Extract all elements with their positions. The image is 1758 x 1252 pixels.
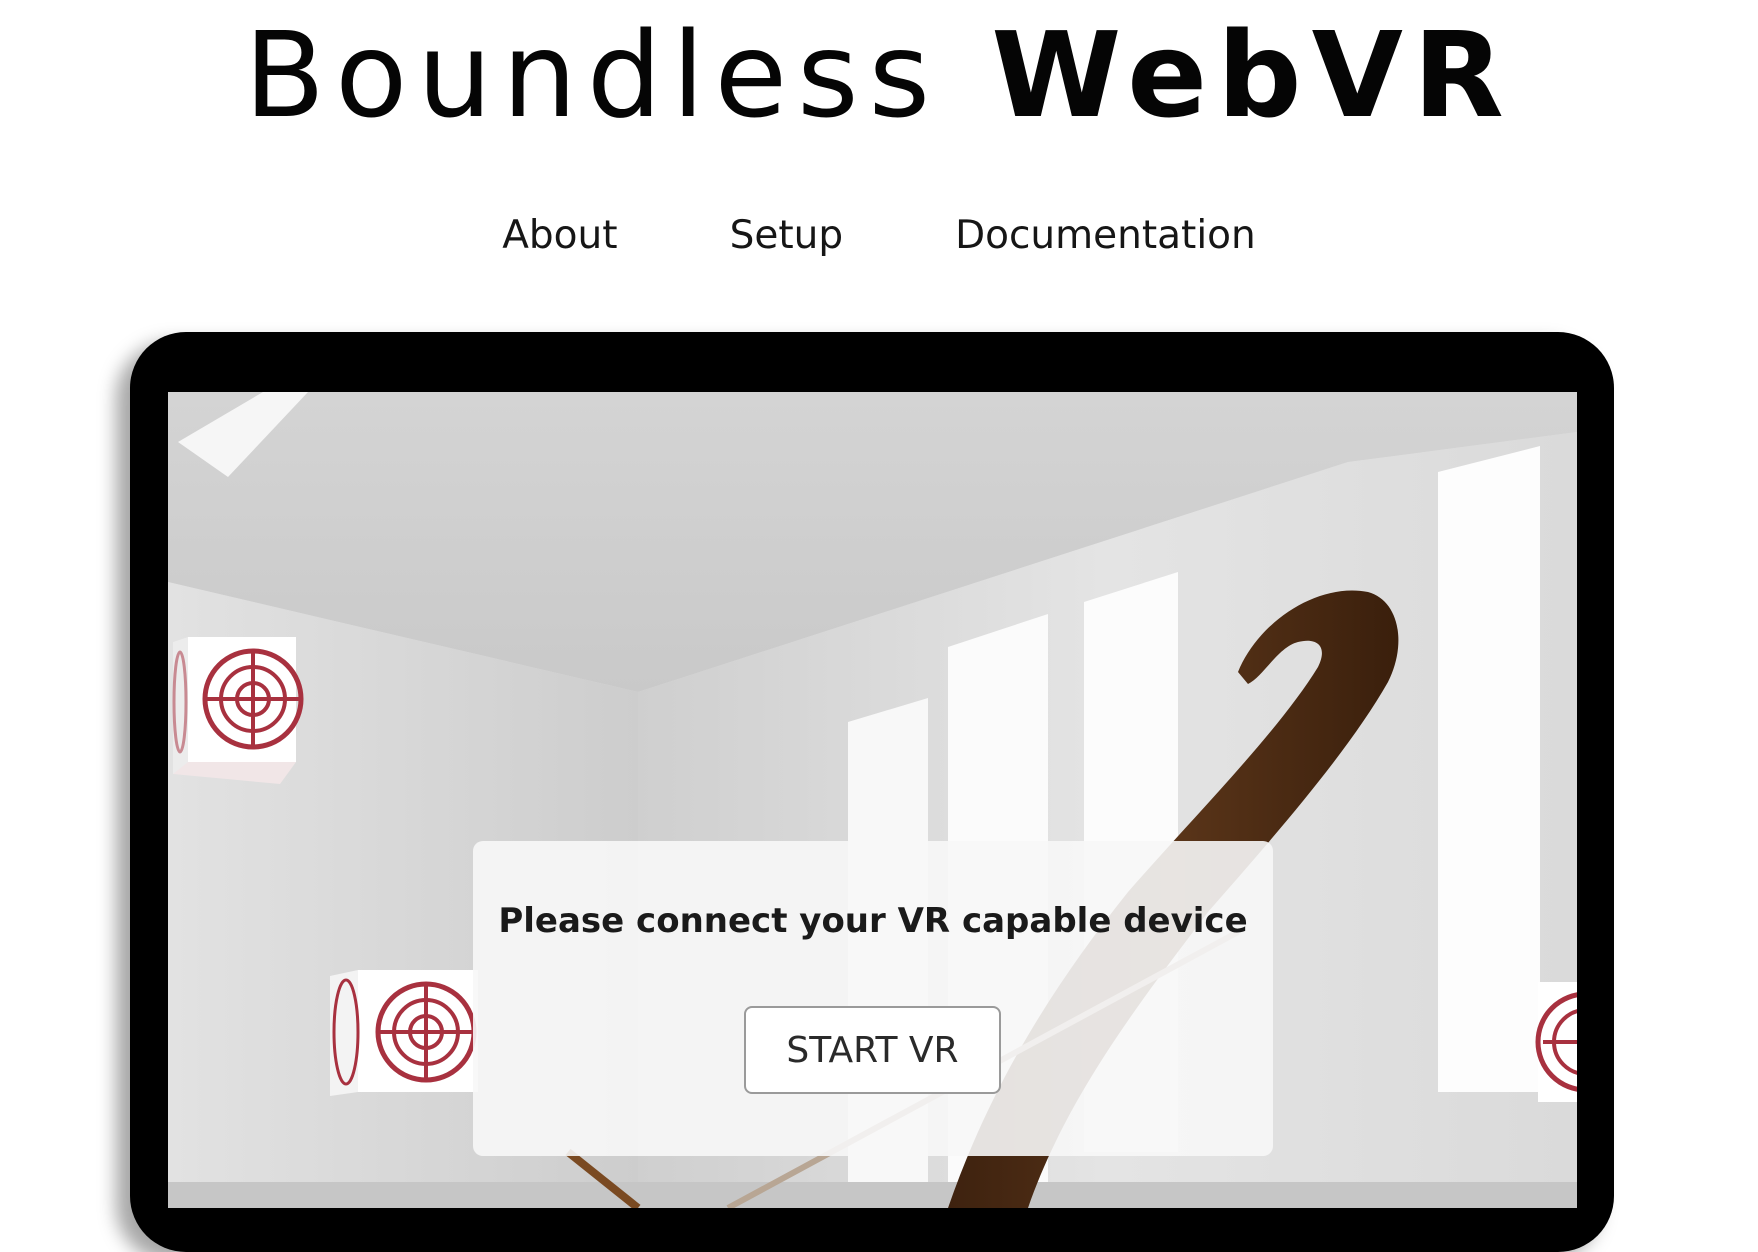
- target-cube-3: [1535, 982, 1577, 1102]
- vr-connect-dialog: Please connect your VR capable device ST…: [473, 841, 1273, 1156]
- target-cube-2: [330, 970, 478, 1096]
- target-cube-1: [172, 637, 304, 784]
- site-title: Boundless WebVR: [0, 0, 1758, 144]
- vr-connect-message: Please connect your VR capable device: [498, 901, 1248, 941]
- main-nav: About Setup Documentation: [0, 210, 1758, 260]
- site-title-part1: Boundless: [244, 6, 941, 144]
- nav-link-setup[interactable]: Setup: [730, 213, 844, 258]
- nav-link-about[interactable]: About: [502, 213, 617, 258]
- nav-link-documentation[interactable]: Documentation: [955, 213, 1256, 258]
- start-vr-button[interactable]: START VR: [744, 1006, 1001, 1094]
- site-title-part2: WebVR: [991, 6, 1514, 144]
